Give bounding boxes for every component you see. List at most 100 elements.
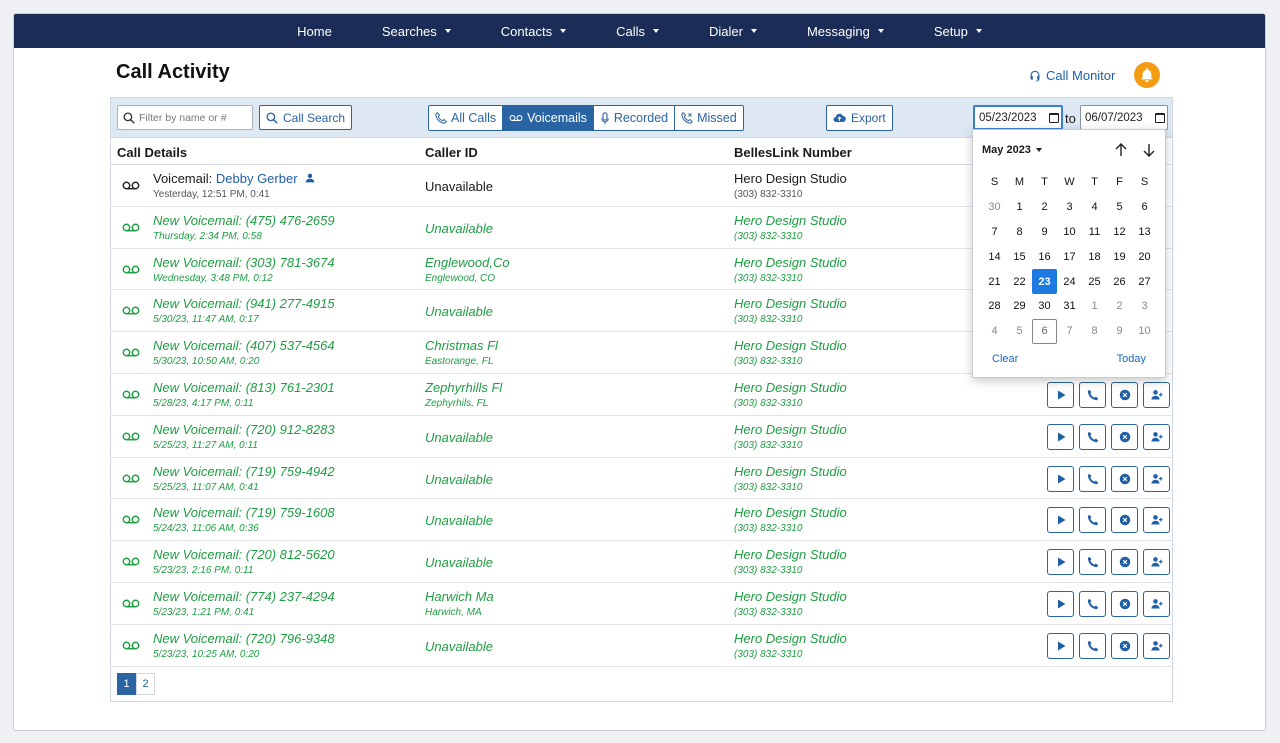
table-row[interactable]: New Voicemail: (813) 761-2301 5/28/23, 4:… [111, 374, 1172, 416]
table-row[interactable]: New Voicemail: (720) 912-8283 5/25/23, 11… [111, 416, 1172, 458]
arrow-up-icon[interactable] [1113, 142, 1129, 158]
calendar-day[interactable]: 27 [1132, 269, 1157, 294]
calendar-day[interactable]: 24 [1057, 269, 1082, 294]
call-back-button[interactable] [1079, 632, 1106, 659]
calendar-day[interactable]: 18 [1082, 244, 1107, 269]
play-button[interactable] [1047, 590, 1074, 617]
delete-button[interactable] [1111, 549, 1138, 576]
calendar-day[interactable]: 9 [1107, 319, 1132, 344]
delete-button[interactable] [1111, 632, 1138, 659]
page-2-button[interactable]: 2 [136, 673, 155, 695]
calendar-day[interactable]: 8 [1007, 220, 1032, 245]
tab-recorded[interactable]: Recorded [593, 106, 676, 130]
calendar-day[interactable]: 19 [1107, 244, 1132, 269]
calendar-day[interactable]: 28 [982, 294, 1007, 319]
calendar-day[interactable]: 6 [1132, 195, 1157, 220]
calendar-day[interactable]: 10 [1057, 220, 1082, 245]
table-row[interactable]: New Voicemail: (719) 759-1608 5/24/23, 11… [111, 499, 1172, 542]
calendar-day[interactable]: 2 [1107, 294, 1132, 319]
delete-button[interactable] [1111, 507, 1138, 534]
contact-link[interactable]: Debby Gerber [216, 171, 298, 186]
calendar-day[interactable]: 6 [1032, 318, 1057, 344]
calendar-day[interactable]: 31 [1057, 294, 1082, 319]
calendar-day[interactable]: 3 [1057, 195, 1082, 220]
calendar-day[interactable]: 1 [1082, 294, 1107, 319]
calendar-day[interactable]: 17 [1057, 244, 1082, 269]
add-contact-button[interactable] [1143, 381, 1170, 408]
delete-button[interactable] [1111, 590, 1138, 617]
nav-searches[interactable]: Searches [357, 14, 476, 48]
date-from-input[interactable]: 05/23/2023 [973, 105, 1063, 130]
call-monitor-link[interactable]: Call Monitor [1029, 68, 1115, 83]
calendar-day[interactable]: 5 [1107, 195, 1132, 220]
add-contact-button[interactable] [1143, 590, 1170, 617]
page-1-button[interactable]: 1 [117, 673, 136, 695]
call-back-button[interactable] [1079, 590, 1106, 617]
calendar-day[interactable]: 29 [1007, 294, 1032, 319]
call-back-button[interactable] [1079, 465, 1106, 492]
calendar-day[interactable]: 10 [1132, 319, 1157, 344]
table-row[interactable]: New Voicemail: (720) 796-9348 5/23/23, 10… [111, 625, 1172, 667]
calendar-day[interactable]: 8 [1082, 319, 1107, 344]
delete-button[interactable] [1111, 381, 1138, 408]
play-button[interactable] [1047, 507, 1074, 534]
delete-button[interactable] [1111, 423, 1138, 450]
table-row[interactable]: New Voicemail: (720) 812-5620 5/23/23, 2:… [111, 541, 1172, 583]
calendar-day[interactable]: 23 [1032, 269, 1057, 294]
play-button[interactable] [1047, 549, 1074, 576]
nav-home[interactable]: Home [272, 14, 357, 48]
tab-all-calls[interactable]: All Calls [429, 106, 504, 130]
calendar-day[interactable]: 9 [1032, 220, 1057, 245]
calendar-day[interactable]: 2 [1032, 195, 1057, 220]
calendar-day[interactable]: 13 [1132, 220, 1157, 245]
calendar-day[interactable]: 11 [1082, 220, 1107, 245]
nav-setup[interactable]: Setup [909, 14, 1007, 48]
filter-input[interactable] [139, 111, 247, 124]
play-button[interactable] [1047, 381, 1074, 408]
add-contact-button[interactable] [1143, 549, 1170, 576]
call-search-button[interactable]: Call Search [259, 105, 353, 130]
calendar-day[interactable]: 25 [1082, 269, 1107, 294]
calendar-day[interactable]: 5 [1007, 319, 1032, 344]
date-to-input[interactable]: 06/07/2023 [1080, 105, 1168, 130]
export-button[interactable]: Export [826, 105, 893, 131]
calendar-day[interactable]: 26 [1107, 269, 1132, 294]
notifications-button[interactable] [1134, 62, 1160, 88]
nav-contacts[interactable]: Contacts [476, 14, 591, 48]
add-contact-button[interactable] [1143, 423, 1170, 450]
table-row[interactable]: New Voicemail: (774) 237-4294 5/23/23, 1:… [111, 583, 1172, 625]
delete-button[interactable] [1111, 465, 1138, 492]
calendar-day[interactable]: 4 [982, 319, 1007, 344]
calendar-day[interactable]: 7 [1057, 319, 1082, 344]
month-select[interactable]: May 2023 [982, 144, 1042, 156]
play-button[interactable] [1047, 423, 1074, 450]
nav-messaging[interactable]: Messaging [782, 14, 909, 48]
call-back-button[interactable] [1079, 507, 1106, 534]
tab-missed[interactable]: Missed [675, 106, 743, 130]
calendar-day[interactable]: 16 [1032, 244, 1057, 269]
table-row[interactable]: New Voicemail: (719) 759-4942 5/25/23, 11… [111, 458, 1172, 500]
arrow-down-icon[interactable] [1141, 142, 1157, 158]
calendar-day[interactable]: 21 [982, 269, 1007, 294]
nav-calls[interactable]: Calls [591, 14, 684, 48]
clear-button[interactable]: Clear [992, 353, 1018, 365]
nav-dialer[interactable]: Dialer [684, 14, 782, 48]
calendar-day[interactable]: 22 [1007, 269, 1032, 294]
calendar-day[interactable]: 7 [982, 220, 1007, 245]
calendar-day[interactable]: 30 [1032, 294, 1057, 319]
calendar-day[interactable]: 30 [982, 195, 1007, 220]
calendar-day[interactable]: 14 [982, 244, 1007, 269]
call-back-button[interactable] [1079, 423, 1106, 450]
play-button[interactable] [1047, 632, 1074, 659]
calendar-day[interactable]: 4 [1082, 195, 1107, 220]
call-back-button[interactable] [1079, 549, 1106, 576]
add-contact-button[interactable] [1143, 507, 1170, 534]
today-button[interactable]: Today [1117, 353, 1146, 365]
calendar-day[interactable]: 1 [1007, 195, 1032, 220]
tab-voicemails[interactable]: Voicemails [503, 106, 594, 130]
calendar-day[interactable]: 20 [1132, 244, 1157, 269]
add-contact-button[interactable] [1143, 465, 1170, 492]
calendar-day[interactable]: 3 [1132, 294, 1157, 319]
play-button[interactable] [1047, 465, 1074, 492]
add-contact-button[interactable] [1143, 632, 1170, 659]
